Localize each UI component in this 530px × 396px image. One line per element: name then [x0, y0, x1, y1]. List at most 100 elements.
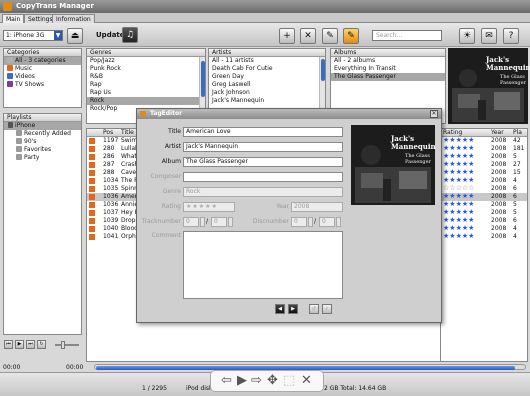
table-row[interactable]: ★★★★★ 2008 4: [441, 233, 527, 241]
genre-item[interactable]: Rap Us: [87, 89, 205, 97]
rating-stars[interactable]: ★★★★★: [443, 217, 474, 224]
table-row[interactable]: ★★★★★ 2008 4: [441, 225, 527, 233]
artist-item[interactable]: Jack Johnson: [209, 89, 325, 97]
category-item[interactable]: Music: [4, 65, 81, 73]
rating-stars[interactable]: ★★★★★: [183, 202, 235, 212]
composer-field[interactable]: [183, 172, 343, 182]
chevron-down-icon[interactable]: ▼: [54, 31, 62, 40]
rating-stars[interactable]: ☆☆☆☆☆: [443, 185, 474, 192]
playlist-item[interactable]: Favorites: [4, 146, 81, 154]
rating-stars[interactable]: ★★★★★: [443, 225, 474, 232]
discnumber-stepper[interactable]: [308, 217, 313, 227]
title-field[interactable]: American Love: [183, 127, 343, 137]
col-title[interactable]: Title: [121, 129, 134, 137]
col-plays[interactable]: Pla: [513, 129, 522, 137]
genre-item[interactable]: Pop/Jazz: [87, 57, 205, 65]
table-row[interactable]: ★★★★★ 2008 4: [441, 177, 527, 185]
rating-stars[interactable]: ★★★★★: [443, 137, 474, 144]
col-pos[interactable]: Pos: [103, 129, 113, 137]
discnumber-field[interactable]: 0: [291, 217, 307, 227]
next-button[interactable]: ⏭: [26, 340, 35, 349]
genre-item[interactable]: Rap: [87, 81, 205, 89]
playlist-device[interactable]: iPhone: [4, 122, 81, 130]
rating-stars[interactable]: ★★★★★: [443, 161, 474, 168]
back-arrow-icon[interactable]: ⇦: [221, 373, 232, 389]
play-arrow-icon[interactable]: ▶: [237, 373, 247, 389]
playlist-item[interactable]: Recently Added: [4, 130, 81, 138]
tracknumber-of-stepper[interactable]: [228, 217, 233, 227]
album-item[interactable]: All - 2 albums: [331, 57, 445, 65]
rating-stars[interactable]: ★★★★★: [443, 169, 474, 176]
playlist-item[interactable]: Party: [4, 154, 81, 162]
comment-field[interactable]: [183, 231, 343, 299]
add-track-button[interactable]: +: [279, 28, 295, 44]
table-row[interactable]: ★★★★★ 2008 15: [441, 169, 527, 177]
artist-item[interactable]: Green Day: [209, 73, 325, 81]
table-row[interactable]: ★★★★★ 2008 5: [441, 209, 527, 217]
rating-stars[interactable]: ★★★★★: [443, 193, 474, 200]
album-item[interactable]: Everything In Transit: [331, 65, 445, 73]
tracknumber-of-field[interactable]: 0: [211, 217, 227, 227]
search-input[interactable]: Search...: [372, 30, 442, 41]
artist-item[interactable]: All - 11 artists: [209, 57, 325, 65]
prev-track-button[interactable]: ◀: [275, 304, 285, 314]
previous-button[interactable]: ⏮: [4, 340, 13, 349]
rating-stars[interactable]: ★★★★★: [443, 209, 474, 216]
album-item[interactable]: The Glass Passenger: [331, 73, 445, 81]
mail-button[interactable]: ✉: [481, 28, 497, 44]
next-track-button[interactable]: ▶: [288, 304, 298, 314]
genre-item[interactable]: Punk Rock: [87, 65, 205, 73]
genre-field[interactable]: Rock: [183, 187, 343, 197]
discnumber-of-stepper[interactable]: [336, 217, 341, 227]
table-row[interactable]: ★★★★★ 2008 27: [441, 161, 527, 169]
artist-item[interactable]: Death Cab For Cutie: [209, 65, 325, 73]
remove-track-button[interactable]: ✕: [300, 28, 316, 44]
device-select[interactable]: 1: iPhone 3G ▼: [3, 30, 63, 41]
volume-handle[interactable]: [61, 341, 65, 349]
tracknumber-field[interactable]: 0: [183, 217, 199, 227]
help-button[interactable]: ?: [503, 28, 519, 44]
volume-slider[interactable]: [55, 344, 79, 346]
rating-stars[interactable]: ★★★★★: [443, 201, 474, 208]
table-row[interactable]: ★★★★★ 2008 42: [441, 137, 527, 145]
category-item[interactable]: All - 3 categories: [4, 57, 81, 65]
category-item[interactable]: Videos: [4, 73, 81, 81]
repeat-button[interactable]: ↻: [37, 340, 46, 349]
table-row[interactable]: ★★★★★ 2008 6: [441, 193, 527, 201]
artist-item[interactable]: Jack's Mannequin: [209, 97, 325, 105]
move-icon[interactable]: ✥: [267, 373, 278, 389]
playlist-item[interactable]: 90's: [4, 138, 81, 146]
undo-button[interactable]: ↺: [309, 304, 319, 314]
tab-main[interactable]: Main: [2, 14, 25, 23]
edit-playlist-button[interactable]: ✎: [322, 28, 338, 44]
category-item[interactable]: TV Shows: [4, 81, 81, 89]
genre-item[interactable]: Rock: [87, 97, 205, 105]
tracknumber-stepper[interactable]: [200, 217, 205, 227]
tips-button[interactable]: ☀: [459, 28, 475, 44]
rating-stars[interactable]: ★★★★★: [443, 177, 474, 184]
col-year[interactable]: Year: [491, 129, 504, 137]
play-button[interactable]: ▶: [15, 340, 24, 349]
genre-item[interactable]: R&B: [87, 73, 205, 81]
rating-stars[interactable]: ★★★★★: [443, 145, 474, 152]
table-row[interactable]: ★★★★★ 2008 181: [441, 145, 527, 153]
artist-field[interactable]: Jack's Mannequin: [183, 142, 343, 152]
edit-tags-button[interactable]: ✎: [343, 28, 359, 44]
col-rating[interactable]: Rating: [443, 129, 462, 137]
artist-item[interactable]: Greg Laswell: [209, 81, 325, 89]
close-overlay-icon[interactable]: ✕: [301, 373, 312, 389]
album-field[interactable]: The Glass Passenger: [183, 157, 343, 167]
apply-button[interactable]: ✓: [322, 304, 332, 314]
rating-stars[interactable]: ★★★★★: [443, 153, 474, 160]
resize-icon[interactable]: ⬚: [283, 373, 295, 389]
year-field[interactable]: 2008: [291, 202, 343, 212]
update-button[interactable]: ♫: [122, 27, 138, 43]
tab-information[interactable]: Information: [52, 14, 95, 23]
table-row[interactable]: ★★★★★ 2008 6: [441, 217, 527, 225]
forward-arrow-icon[interactable]: ⇨: [251, 373, 262, 389]
table-row[interactable]: ★★★★★ 2008 5: [441, 153, 527, 161]
table-row[interactable]: ★★★★★ 2008 5: [441, 201, 527, 209]
rating-stars[interactable]: ★★★★★: [443, 233, 474, 240]
eject-button[interactable]: ⏏: [67, 28, 83, 44]
close-button[interactable]: ✕: [430, 110, 438, 118]
